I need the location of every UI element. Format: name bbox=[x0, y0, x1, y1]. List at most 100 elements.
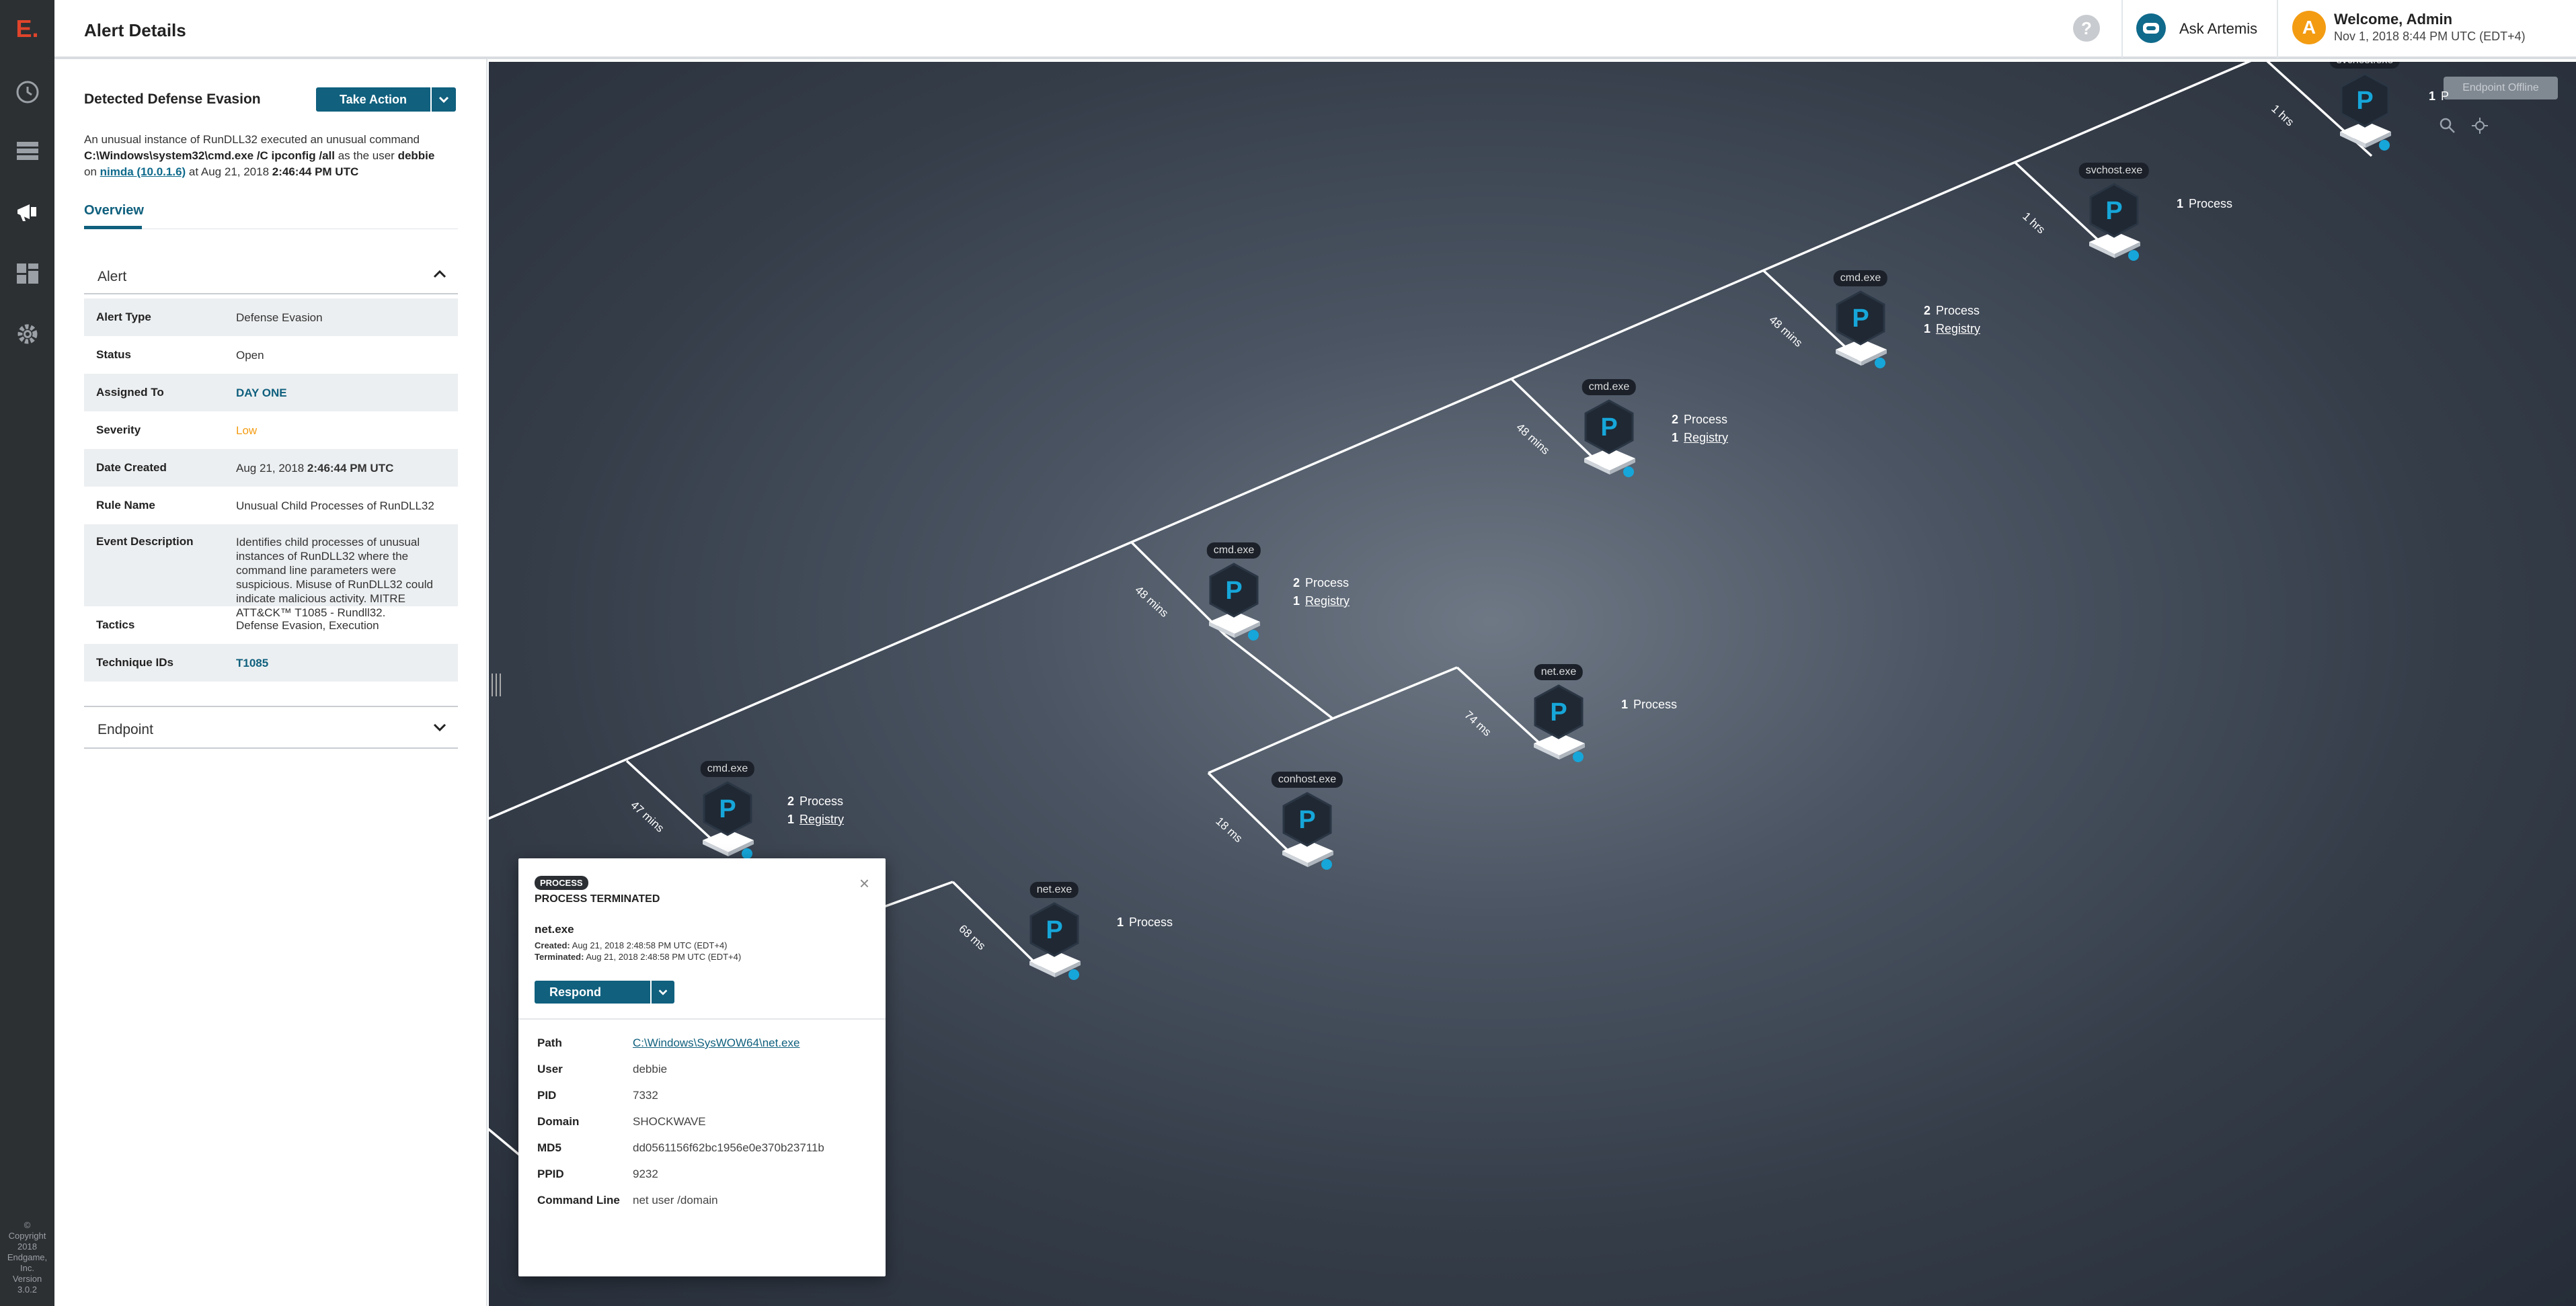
nav-alerts[interactable] bbox=[0, 188, 54, 235]
process-hex-icon: P bbox=[1835, 290, 1886, 349]
process-type-badge: PROCESS bbox=[535, 876, 588, 890]
node-stat-row: 1 Process bbox=[1621, 698, 1678, 711]
current-datetime: Nov 1, 2018 8:44 PM UTC (EDT+4) bbox=[2334, 30, 2526, 43]
node-stats: 2 Process 1 Registry bbox=[1924, 302, 1980, 338]
field-event-description: Event Description Identifies child proce… bbox=[84, 524, 458, 619]
nav-settings[interactable] bbox=[0, 311, 54, 358]
take-action-dropdown[interactable] bbox=[432, 87, 456, 112]
process-hex-icon: P bbox=[1282, 792, 1333, 850]
process-node-label: net.exe bbox=[1029, 882, 1079, 898]
process-hex-icon: P bbox=[702, 781, 753, 840]
node-stats: 1 Process bbox=[1117, 913, 1173, 932]
recenter-icon[interactable] bbox=[2471, 117, 2489, 134]
assignee-link[interactable]: DAY ONE bbox=[236, 386, 451, 400]
respond-dropdown[interactable] bbox=[652, 981, 674, 1004]
process-popup: PROCESS PROCESS TERMINATED × net.exe Cre… bbox=[518, 858, 886, 1276]
field-technique-ids: Technique IDs T1085 bbox=[84, 644, 458, 682]
node-stat-row: 1P bbox=[2429, 89, 2450, 103]
take-action-button[interactable]: Take Action bbox=[316, 87, 430, 112]
field-status: Status Open bbox=[96, 348, 264, 362]
tab-overview[interactable]: Overview bbox=[84, 203, 144, 218]
svg-text:P: P bbox=[1046, 916, 1062, 944]
endpoint-section-header[interactable]: Endpoint bbox=[84, 706, 458, 749]
node-stats: 1P bbox=[2429, 87, 2449, 106]
node-stat-row[interactable]: 1 Registry bbox=[1293, 592, 1350, 610]
close-icon[interactable]: × bbox=[859, 873, 869, 894]
dashboard-icon bbox=[16, 263, 38, 284]
host-link[interactable]: nimda (10.0.1.6) bbox=[100, 165, 186, 178]
process-hex-icon: P bbox=[1208, 563, 1259, 621]
process-node[interactable]: Psvchost.exe bbox=[2328, 62, 2402, 153]
svg-text:P: P bbox=[1225, 577, 1242, 605]
node-stat-row[interactable]: 1 Registry bbox=[787, 811, 844, 829]
process-hex-icon: P bbox=[2089, 183, 2140, 241]
alert-section-header[interactable]: Alert bbox=[84, 254, 458, 294]
svg-text:P: P bbox=[2105, 197, 2122, 225]
process-node[interactable]: Pcmd.exe bbox=[1824, 270, 1898, 371]
process-node-label: cmd.exe bbox=[1833, 270, 1888, 286]
process-hex-icon: P bbox=[1533, 684, 1584, 743]
megaphone-icon bbox=[17, 204, 36, 221]
field-assigned-to: Assigned To DAY ONE bbox=[84, 374, 458, 411]
nav-rail: E. © Copyright 2018 Endgame, Inc. Versio… bbox=[0, 0, 54, 1306]
process-node[interactable]: Pcmd.exe bbox=[1197, 542, 1271, 643]
process-node[interactable]: Pnet.exe bbox=[1017, 882, 1091, 983]
zoom-icon[interactable] bbox=[2439, 117, 2456, 134]
chevron-down-icon bbox=[658, 989, 668, 995]
node-stats: 2 Process 1 Registry bbox=[1293, 574, 1350, 610]
alert-description: An unusual instance of RunDLL32 executed… bbox=[84, 133, 435, 178]
svg-text:P: P bbox=[1852, 304, 1869, 333]
node-stat-row[interactable]: 1 Registry bbox=[1672, 429, 1728, 447]
process-hex-icon: P bbox=[2339, 73, 2390, 131]
ask-artemis-button[interactable]: Ask Artemis bbox=[2179, 20, 2257, 38]
process-node-label: cmd.exe bbox=[1206, 542, 1261, 559]
artemis-bot-icon[interactable] bbox=[2136, 13, 2166, 43]
header: Alert Details ? Ask Artemis A Welcome, A… bbox=[54, 0, 2576, 59]
process-node[interactable]: Psvchost.exe bbox=[2077, 163, 2151, 263]
svg-text:P: P bbox=[719, 795, 736, 823]
process-node[interactable]: Pnet.exe bbox=[1522, 664, 1596, 765]
field-date-created: Date Created Aug 21, 2018 2:46:44 PM UTC bbox=[84, 449, 458, 487]
process-node[interactable]: Pconhost.exe bbox=[1270, 772, 1344, 872]
divider bbox=[518, 1018, 886, 1020]
welcome-text: Welcome, Admin bbox=[2334, 11, 2453, 28]
server-list-icon bbox=[16, 142, 38, 160]
node-stats: 1 Process bbox=[2177, 195, 2232, 213]
node-stat-row[interactable]: 1 Registry bbox=[1924, 320, 1980, 338]
node-stats: 2 Process 1 Registry bbox=[787, 792, 844, 829]
help-icon[interactable]: ? bbox=[2073, 15, 2100, 42]
svg-text:P: P bbox=[1600, 413, 1617, 442]
nav-dashboard[interactable] bbox=[0, 250, 54, 297]
nav-endpoints[interactable] bbox=[0, 128, 54, 175]
process-hex-icon: P bbox=[1584, 399, 1635, 458]
technique-link[interactable]: T1085 bbox=[236, 656, 451, 670]
process-node-label: svchost.exe bbox=[2329, 62, 2401, 69]
path-link[interactable]: C:\Windows\SysWOW64\net.exe bbox=[633, 1036, 799, 1050]
endgame-logo[interactable]: E. bbox=[0, 15, 54, 43]
process-name: net.exe bbox=[535, 923, 574, 936]
chevron-down-icon bbox=[438, 96, 449, 104]
process-node[interactable]: Pcmd.exe bbox=[1572, 379, 1646, 480]
process-created: Created: Aug 21, 2018 2:48:58 PM UTC (ED… bbox=[535, 940, 728, 950]
alert-section-label: Alert bbox=[97, 269, 127, 284]
field-rule-name: Rule Name Unusual Child Processes of Run… bbox=[96, 499, 434, 512]
svg-text:P: P bbox=[1298, 806, 1315, 834]
alert-title: Detected Defense Evasion bbox=[84, 91, 261, 107]
nav-history[interactable] bbox=[0, 69, 54, 116]
node-stats: 1 Process bbox=[1621, 696, 1677, 714]
avatar[interactable]: A bbox=[2292, 11, 2326, 44]
process-node[interactable]: Pcmd.exe bbox=[691, 761, 765, 862]
node-stats: 2 Process 1 Registry bbox=[1672, 411, 1728, 447]
panel-resize-handle[interactable] bbox=[492, 674, 501, 696]
svg-text:P: P bbox=[1550, 698, 1567, 727]
respond-button[interactable]: Respond bbox=[535, 981, 650, 1004]
field-alert-type: Alert Type Defense Evasion bbox=[84, 298, 458, 336]
process-terminated: Terminated: Aug 21, 2018 2:48:58 PM UTC … bbox=[535, 952, 742, 962]
process-node-label: conhost.exe bbox=[1271, 772, 1343, 788]
node-stat-row: 1 Process bbox=[1117, 915, 1173, 929]
svg-text:P: P bbox=[2356, 87, 2373, 115]
node-stat-row: 1 Process bbox=[2177, 197, 2233, 210]
process-hex-icon: P bbox=[1029, 902, 1080, 961]
alert-details-panel: Detected Defense Evasion Take Action An … bbox=[54, 59, 487, 1306]
field-tactics: Tactics Defense Evasion, Execution bbox=[96, 618, 379, 632]
